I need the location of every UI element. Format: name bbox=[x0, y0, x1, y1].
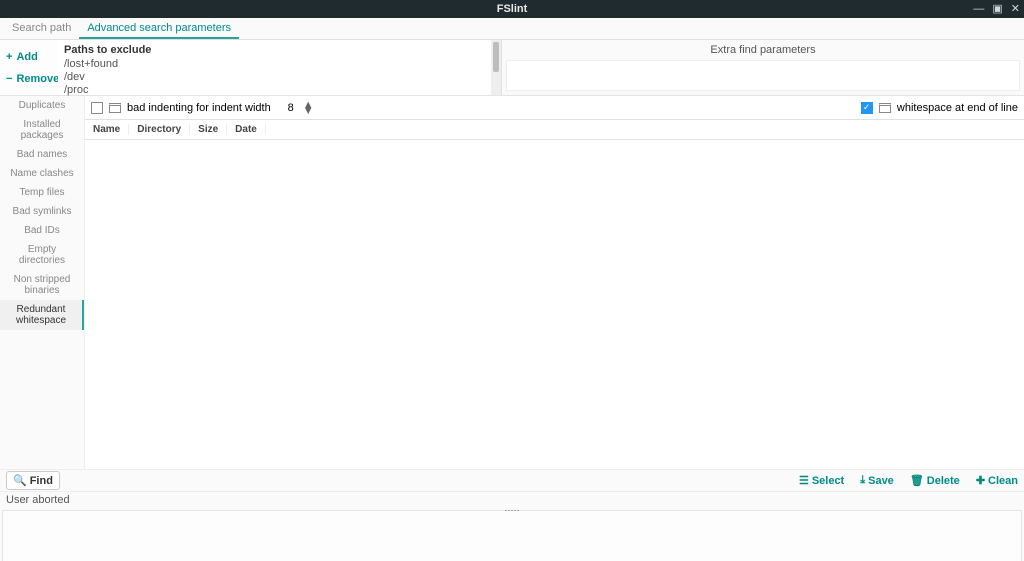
indent-checkbox[interactable] bbox=[91, 102, 103, 114]
minus-icon: − bbox=[6, 73, 12, 85]
pane-resize-handle[interactable] bbox=[492, 510, 532, 513]
select-icon: ☰ bbox=[799, 474, 809, 487]
delete-button[interactable]: 🗑 Delete bbox=[910, 474, 960, 487]
indent-width-spinner[interactable]: ▲ ▼ bbox=[281, 102, 314, 114]
add-button[interactable]: + Add bbox=[6, 51, 58, 63]
exclude-panel: Paths to exclude /lost+found /dev /proc bbox=[58, 40, 502, 95]
clean-label: Clean bbox=[988, 475, 1018, 487]
results-body[interactable] bbox=[85, 140, 1024, 469]
col-date[interactable]: Date bbox=[227, 124, 266, 135]
sidebar-item-installed-packages[interactable]: Installed packages bbox=[0, 115, 84, 145]
save-icon: ⤓ bbox=[860, 474, 865, 487]
tab-search-path[interactable]: Search path bbox=[4, 18, 79, 39]
indent-width-input[interactable] bbox=[281, 102, 301, 114]
exclude-item[interactable]: /lost+found bbox=[64, 58, 495, 71]
sidebar-item-redundant-whitespace[interactable]: Redundant whitespace bbox=[0, 300, 84, 330]
sidebar-item-bad-symlinks[interactable]: Bad symlinks bbox=[0, 202, 84, 221]
action-row: 🔍 Find ☰ Select ⤓ Save 🗑 Delete ✚ Clean bbox=[0, 469, 1024, 491]
top-tabs: Search path Advanced search parameters bbox=[0, 18, 1024, 40]
window-title: FSlint bbox=[497, 3, 528, 15]
exclude-list[interactable]: /lost+found /dev /proc bbox=[58, 58, 501, 102]
title-bar: FSlint — ▣ ✕ bbox=[0, 0, 1024, 18]
whitespace-eol-label: whitespace at end of line bbox=[897, 102, 1018, 114]
find-button[interactable]: 🔍 Find bbox=[6, 471, 60, 490]
exclude-item[interactable]: /dev bbox=[64, 71, 495, 84]
spinner-down-icon[interactable]: ▼ bbox=[303, 108, 314, 114]
col-directory[interactable]: Directory bbox=[129, 124, 190, 135]
sidebar-item-name-clashes[interactable]: Name clashes bbox=[0, 164, 84, 183]
sidebar-item-bad-names[interactable]: Bad names bbox=[0, 145, 84, 164]
select-button[interactable]: ☰ Select bbox=[799, 474, 844, 487]
maximize-icon[interactable]: ▣ bbox=[992, 4, 1002, 15]
col-size[interactable]: Size bbox=[190, 124, 227, 135]
exclude-scrollbar[interactable] bbox=[491, 40, 501, 95]
minimize-icon[interactable]: — bbox=[973, 4, 984, 15]
broom-icon: ✚ bbox=[976, 474, 985, 487]
col-name[interactable]: Name bbox=[85, 124, 129, 135]
extra-find-input[interactable] bbox=[506, 60, 1020, 91]
select-label: Select bbox=[812, 475, 844, 487]
sidebar-item-non-stripped-binaries[interactable]: Non stripped binaries bbox=[0, 270, 84, 300]
exclude-heading: Paths to exclude bbox=[58, 40, 501, 58]
save-button[interactable]: ⤓ Save bbox=[860, 474, 894, 487]
status-bar: User aborted bbox=[0, 491, 1024, 508]
sidebar-item-bad-ids[interactable]: Bad IDs bbox=[0, 221, 84, 240]
whitespace-icon bbox=[879, 103, 891, 113]
status-message: User aborted bbox=[6, 494, 70, 506]
search-icon: 🔍 bbox=[13, 474, 27, 487]
extra-find-heading: Extra find parameters bbox=[502, 40, 1024, 60]
main-row: Duplicates Installed packages Bad names … bbox=[0, 96, 1024, 469]
sidebar-item-temp-files[interactable]: Temp files bbox=[0, 183, 84, 202]
save-label: Save bbox=[868, 475, 894, 487]
indent-label: bad indenting for indent width bbox=[127, 102, 271, 114]
remove-button[interactable]: − Remove bbox=[6, 73, 58, 85]
delete-label: Delete bbox=[927, 475, 960, 487]
remove-label: Remove bbox=[16, 73, 59, 85]
add-label: Add bbox=[16, 51, 37, 63]
exclude-item[interactable]: /proc bbox=[64, 84, 495, 97]
content-area: bad indenting for indent width ▲ ▼ white… bbox=[84, 96, 1024, 469]
indent-icon bbox=[109, 103, 121, 113]
results-header: Name Directory Size Date bbox=[85, 120, 1024, 140]
find-label: Find bbox=[30, 475, 53, 487]
window-controls: — ▣ ✕ bbox=[973, 4, 1020, 15]
sidebar-item-empty-directories[interactable]: Empty directories bbox=[0, 240, 84, 270]
advanced-panel: + Add − Remove Paths to exclude /lost+fo… bbox=[0, 40, 1024, 96]
log-area[interactable] bbox=[2, 510, 1022, 561]
tab-advanced-search[interactable]: Advanced search parameters bbox=[79, 18, 239, 39]
sidebar: Duplicates Installed packages Bad names … bbox=[0, 96, 84, 469]
whitespace-eol-checkbox[interactable] bbox=[861, 102, 873, 114]
extra-find-panel: Extra find parameters bbox=[502, 40, 1024, 95]
trash-icon: 🗑 bbox=[910, 474, 924, 487]
exclude-buttons: + Add − Remove bbox=[0, 40, 58, 95]
clean-button[interactable]: ✚ Clean bbox=[976, 474, 1018, 487]
close-icon[interactable]: ✕ bbox=[1011, 4, 1020, 15]
plus-icon: + bbox=[6, 51, 12, 63]
